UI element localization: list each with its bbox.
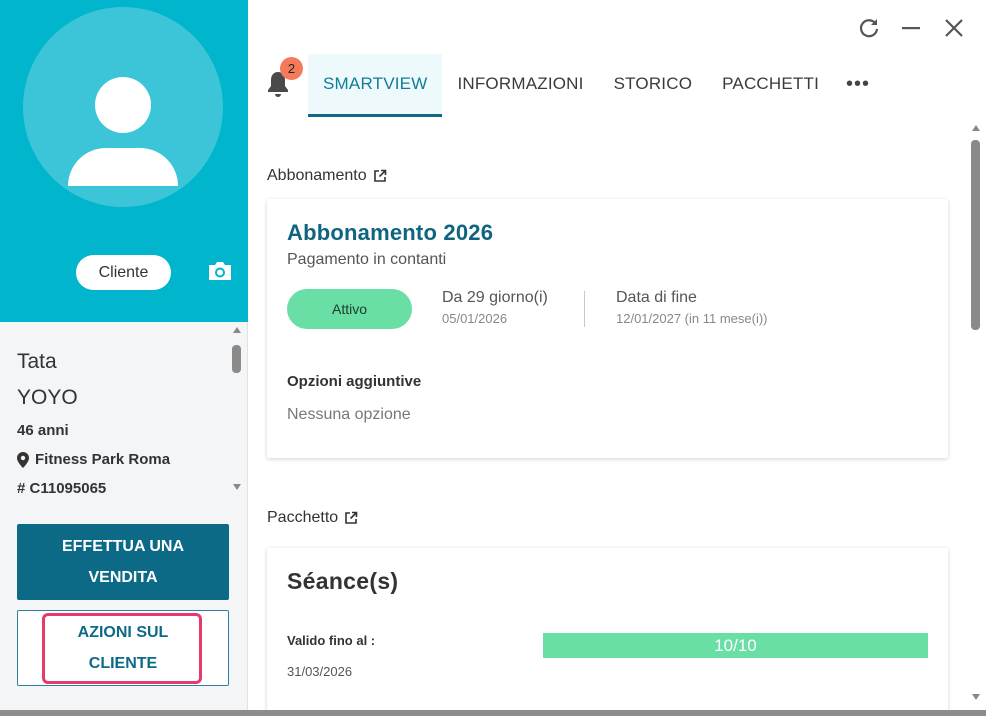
client-location: Fitness Park Roma xyxy=(17,451,170,468)
status-badge: Attivo xyxy=(287,289,412,329)
package-name: Séance(s) xyxy=(287,568,399,594)
subscription-end-label: Data di fine xyxy=(616,289,697,306)
options-title: Opzioni aggiuntive xyxy=(287,373,422,390)
client-code: # C11095065 xyxy=(17,480,107,497)
tab-smartview[interactable]: SMARTVIEW xyxy=(308,54,443,117)
client-sidebar: Cliente Tata YOYO 46 anni Fitness Park R… xyxy=(0,0,248,710)
package-section-title: Pacchetto xyxy=(267,509,339,526)
make-sale-button[interactable]: EFFETTUA UNA VENDITA xyxy=(17,524,229,600)
tab-pacchetti[interactable]: PACCHETTI xyxy=(707,54,834,114)
scroll-thumb[interactable] xyxy=(232,345,241,373)
external-link-icon[interactable] xyxy=(373,169,387,183)
package-usage-text: 10/10 xyxy=(714,635,757,655)
highlight-box xyxy=(42,613,202,684)
subscription-end-date: 12/01/2027 (in 11 mese(i)) xyxy=(616,311,768,326)
make-sale-label-1: EFFETTUA UNA xyxy=(61,538,185,555)
subscription-payment: Pagamento in contanti xyxy=(287,251,447,268)
sidebar-scrollbar[interactable] xyxy=(230,327,244,492)
client-last-name: YOYO xyxy=(17,386,78,409)
client-hero: Cliente xyxy=(0,0,248,322)
client-main: 2 SMARTVIEW INFORMAZIONI STORICO PACCHET… xyxy=(249,0,986,710)
scroll-down-arrow[interactable] xyxy=(972,694,980,700)
minimize-icon[interactable] xyxy=(897,14,925,42)
main-scrollbar[interactable] xyxy=(968,120,984,710)
package-usage-bar: 10/10 xyxy=(543,633,928,658)
close-icon[interactable] xyxy=(940,14,968,42)
avatar[interactable] xyxy=(23,7,223,207)
subscription-since: Da 29 giorno(i) xyxy=(442,289,548,306)
package-valid-label: Valido fino al : xyxy=(287,633,376,648)
client-first-name: Tata xyxy=(17,350,57,373)
camera-icon[interactable] xyxy=(207,260,233,282)
client-info: Tata YOYO 46 anni Fitness Park Roma # C1… xyxy=(0,322,248,498)
scroll-up-arrow[interactable] xyxy=(972,125,980,131)
location-pin-icon xyxy=(17,451,29,468)
subscription-card[interactable]: Abbonamento 2026 Pagamento in contanti A… xyxy=(267,199,948,458)
more-icon[interactable]: ••• xyxy=(834,54,882,114)
client-age: 46 anni xyxy=(17,422,69,439)
external-link-icon[interactable] xyxy=(344,511,358,525)
subscription-name[interactable]: Abbonamento 2026 xyxy=(287,220,493,246)
user-avatar-icon xyxy=(95,77,151,133)
subscription-start-date: 05/01/2026 xyxy=(442,311,508,326)
client-location-label: Fitness Park Roma xyxy=(35,451,171,468)
tab-bar: SMARTVIEW INFORMAZIONI STORICO PACCHETTI… xyxy=(308,54,882,117)
divider xyxy=(584,291,585,327)
package-valid-date: 31/03/2026 xyxy=(287,664,353,679)
client-window: Cliente Tata YOYO 46 anni Fitness Park R… xyxy=(0,0,986,710)
client-role-badge: Cliente xyxy=(76,255,171,290)
notification-badge: 2 xyxy=(280,57,303,80)
subscription-section-title: Abbonamento xyxy=(267,167,367,184)
scroll-thumb[interactable] xyxy=(971,140,980,330)
tab-informazioni[interactable]: INFORMAZIONI xyxy=(442,54,598,114)
subscription-section-label: Abbonamento xyxy=(267,167,387,185)
scroll-down-arrow[interactable] xyxy=(233,484,241,490)
make-sale-label-2: VENDITA xyxy=(88,569,158,586)
refresh-icon[interactable] xyxy=(855,14,883,42)
user-avatar-body xyxy=(68,148,178,186)
package-card[interactable]: Séance(s) Valido fino al : 31/03/2026 10… xyxy=(267,548,948,710)
tab-storico[interactable]: STORICO xyxy=(599,54,708,114)
package-section-label: Pacchetto xyxy=(267,509,358,527)
scroll-up-arrow[interactable] xyxy=(233,327,241,333)
options-value: Nessuna opzione xyxy=(287,406,411,423)
